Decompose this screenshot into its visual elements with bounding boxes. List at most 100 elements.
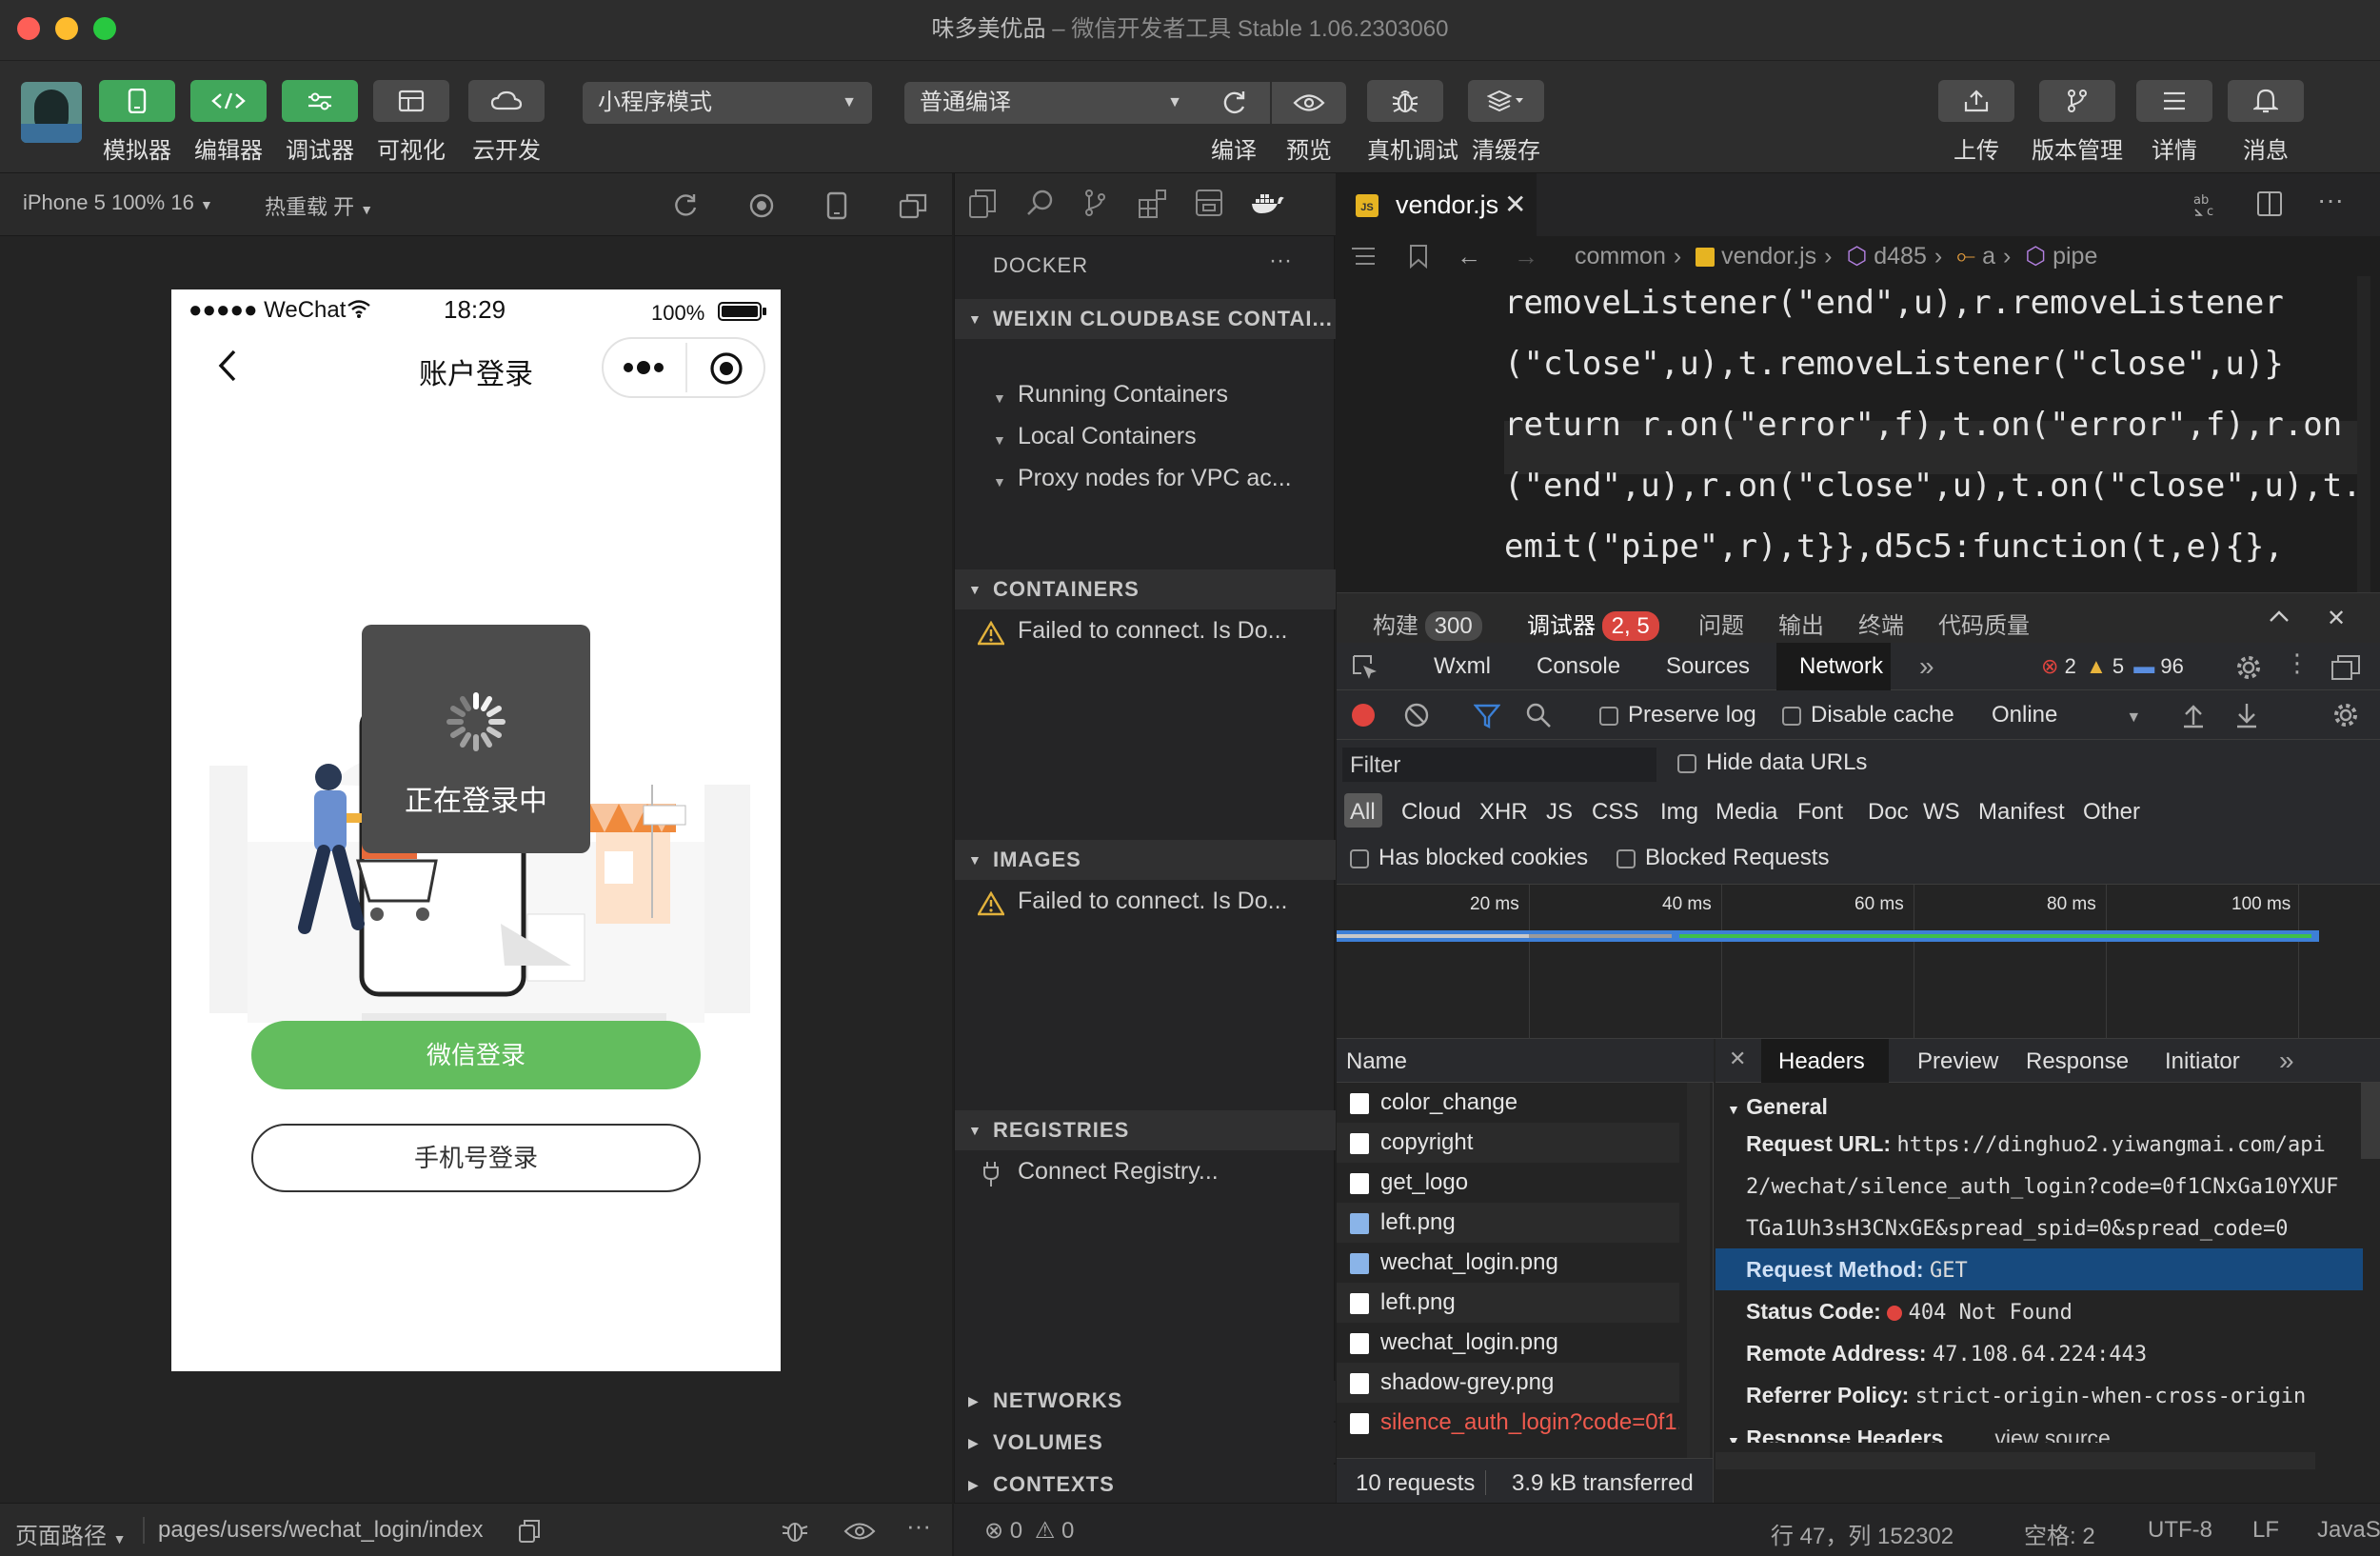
type-filter-js[interactable]: JS	[1546, 799, 1573, 826]
type-filter-cloud[interactable]: Cloud	[1401, 799, 1461, 826]
more-icon[interactable]: ···	[2317, 185, 2344, 215]
storage-icon[interactable]	[1195, 189, 1223, 217]
hot-reload-toggle[interactable]: 热重载 开 ▼	[265, 190, 373, 221]
clear-cache-button[interactable]: 清缓存	[1468, 80, 1544, 165]
contexts-section[interactable]: ▶ CONTEXTS	[955, 1465, 1336, 1505]
view-source-link[interactable]: view source	[1994, 1426, 2110, 1443]
chevron-up-icon[interactable]	[2268, 607, 2291, 626]
encoding[interactable]: UTF-8	[2148, 1517, 2212, 1544]
details-button[interactable]: 详情	[2136, 80, 2212, 165]
preview-button[interactable]: 预览	[1272, 82, 1346, 165]
editor-button[interactable]: 编辑器	[190, 80, 267, 165]
tree-item-local-containers[interactable]: Local Containers	[1018, 423, 1197, 450]
type-filter-all[interactable]: All	[1344, 793, 1382, 828]
blocked-cookies-checkbox[interactable]: Has blocked cookies	[1350, 845, 1588, 871]
filter-input[interactable]: Filter	[1342, 748, 1656, 782]
devtools-tab-wxml[interactable]: Wxml	[1434, 653, 1491, 680]
details-tab-headers[interactable]: Headers	[1761, 1039, 1889, 1083]
eye-icon[interactable]	[843, 1521, 876, 1542]
bug-icon[interactable]	[781, 1517, 809, 1544]
table-row[interactable]: copyright	[1337, 1123, 1679, 1163]
mode-select[interactable]: 小程序模式 ▼	[583, 82, 872, 124]
version-control-button[interactable]: 版本管理	[2030, 80, 2125, 165]
devtools-tab-network[interactable]: Network	[1776, 643, 1891, 690]
registries-section[interactable]: ▼ REGISTRIES	[955, 1110, 1336, 1150]
code-area[interactable]: removeListener("end",u),r.removeListener…	[1337, 276, 2380, 592]
table-row[interactable]: left.png	[1337, 1283, 1679, 1323]
split-editor-icon[interactable]	[2256, 190, 2283, 217]
more-tabs-icon[interactable]: »	[2279, 1046, 2294, 1076]
dock-icon[interactable]	[2330, 654, 2361, 681]
extensions-icon[interactable]	[1138, 189, 1168, 219]
phone-login-button[interactable]: 手机号登录	[251, 1124, 701, 1192]
phone-icon[interactable]	[826, 191, 847, 220]
wechat-login-button[interactable]: 微信登录	[251, 1021, 701, 1089]
close-tab-icon[interactable]: ✕	[1504, 189, 1526, 220]
images-error[interactable]: Failed to connect. Is Do...	[1018, 888, 1287, 915]
table-row[interactable]: get_logo	[1337, 1163, 1679, 1203]
response-headers-section[interactable]: ▼ Response Headers view source	[1727, 1426, 2111, 1443]
type-filter-manifest[interactable]: Manifest	[1978, 799, 2065, 826]
settings-gear-icon[interactable]	[2235, 654, 2262, 681]
more-icon[interactable]: ···	[1269, 248, 1292, 274]
type-filter-img[interactable]: Img	[1660, 799, 1698, 826]
images-section[interactable]: ▼ IMAGES	[955, 840, 1336, 880]
close-details-icon[interactable]: ✕	[1729, 1047, 1746, 1071]
export-har-icon[interactable]	[2235, 702, 2258, 728]
volumes-section[interactable]: ▶ VOLUMES	[955, 1423, 1336, 1463]
more-icon[interactable]: ···	[906, 1511, 931, 1541]
bookmark-icon[interactable]	[1409, 244, 1428, 269]
type-filter-xhr[interactable]: XHR	[1479, 799, 1528, 826]
forward-arrow-icon[interactable]: →	[1514, 242, 1538, 271]
avatar[interactable]	[21, 82, 82, 143]
line-ending[interactable]: LF	[2252, 1517, 2279, 1544]
capsule-menu[interactable]	[602, 337, 765, 398]
clear-icon[interactable]	[1403, 702, 1430, 728]
console-counts[interactable]: ⊗ 2 ▲ 5 ▬ 96	[2041, 654, 2184, 679]
record-icon[interactable]	[748, 192, 775, 219]
preserve-log-checkbox[interactable]: Preserve log	[1599, 702, 1756, 728]
inspect-icon[interactable]	[1352, 654, 1378, 681]
details-tab-preview[interactable]: Preview	[1917, 1048, 1998, 1075]
list-icon[interactable]	[1350, 246, 1377, 267]
type-filter-media[interactable]: Media	[1716, 799, 1777, 826]
tab-problems[interactable]: 问题	[1698, 607, 1744, 640]
messages-button[interactable]: 消息	[2228, 80, 2304, 165]
table-row[interactable]: wechat_login.png	[1337, 1243, 1679, 1283]
devtools-tab-console[interactable]: Console	[1537, 653, 1620, 680]
visual-button[interactable]: 可视化	[373, 80, 449, 165]
throttle-select[interactable]: Online ▼	[1992, 702, 2141, 728]
containers-section[interactable]: ▼ CONTAINERS	[955, 569, 1336, 609]
kebab-menu-icon[interactable]: ⋮	[2285, 648, 2310, 678]
real-device-debug-button[interactable]: 真机调试	[1367, 80, 1458, 165]
debugger-button[interactable]: 调试器	[282, 80, 358, 165]
details-tab-initiator[interactable]: Initiator	[2165, 1048, 2240, 1075]
table-row[interactable]: color_change	[1337, 1083, 1679, 1123]
copy-icon[interactable]	[518, 1519, 541, 1544]
table-row[interactable]: shadow-grey.png	[1337, 1363, 1679, 1403]
detach-window-icon[interactable]	[899, 192, 927, 219]
problems-indicator[interactable]: ⊗ 0 ⚠ 0	[984, 1517, 1074, 1545]
blocked-requests-checkbox[interactable]: Blocked Requests	[1616, 845, 1829, 871]
cloud-dev-button[interactable]: 云开发	[468, 80, 545, 165]
source-control-icon[interactable]	[1082, 189, 1107, 217]
tab-build[interactable]: 构建 300	[1373, 607, 1482, 641]
request-list-scrollbar[interactable]	[1687, 1083, 1710, 1458]
close-panel-icon[interactable]: ✕	[2327, 605, 2346, 632]
request-method-row[interactable]: Request Method: GET	[1716, 1248, 2363, 1290]
containers-error[interactable]: Failed to connect. Is Do...	[1018, 617, 1287, 645]
close-miniprogram-icon[interactable]	[708, 350, 744, 387]
back-arrow-icon[interactable]: ←	[1457, 242, 1481, 271]
general-section[interactable]: ▼ General	[1727, 1094, 1828, 1120]
indentation[interactable]: 空格: 2	[2024, 1517, 2095, 1550]
upload-button[interactable]: 上传	[1938, 80, 2014, 165]
tab-debugger[interactable]: 调试器 2, 5	[1527, 607, 1659, 641]
type-filter-other[interactable]: Other	[2083, 799, 2140, 826]
page-path-select[interactable]: 页面路径 ▼	[15, 1517, 127, 1550]
device-select[interactable]: iPhone 5 100% 16 ▼	[23, 190, 213, 215]
tab-terminal[interactable]: 终端	[1858, 607, 1904, 640]
editor-scrollbar[interactable]	[2357, 276, 2370, 592]
simulator-button[interactable]: 模拟器	[99, 80, 175, 165]
table-row[interactable]: left.png	[1337, 1203, 1679, 1243]
details-horizontal-scrollbar[interactable]	[1716, 1452, 2315, 1469]
